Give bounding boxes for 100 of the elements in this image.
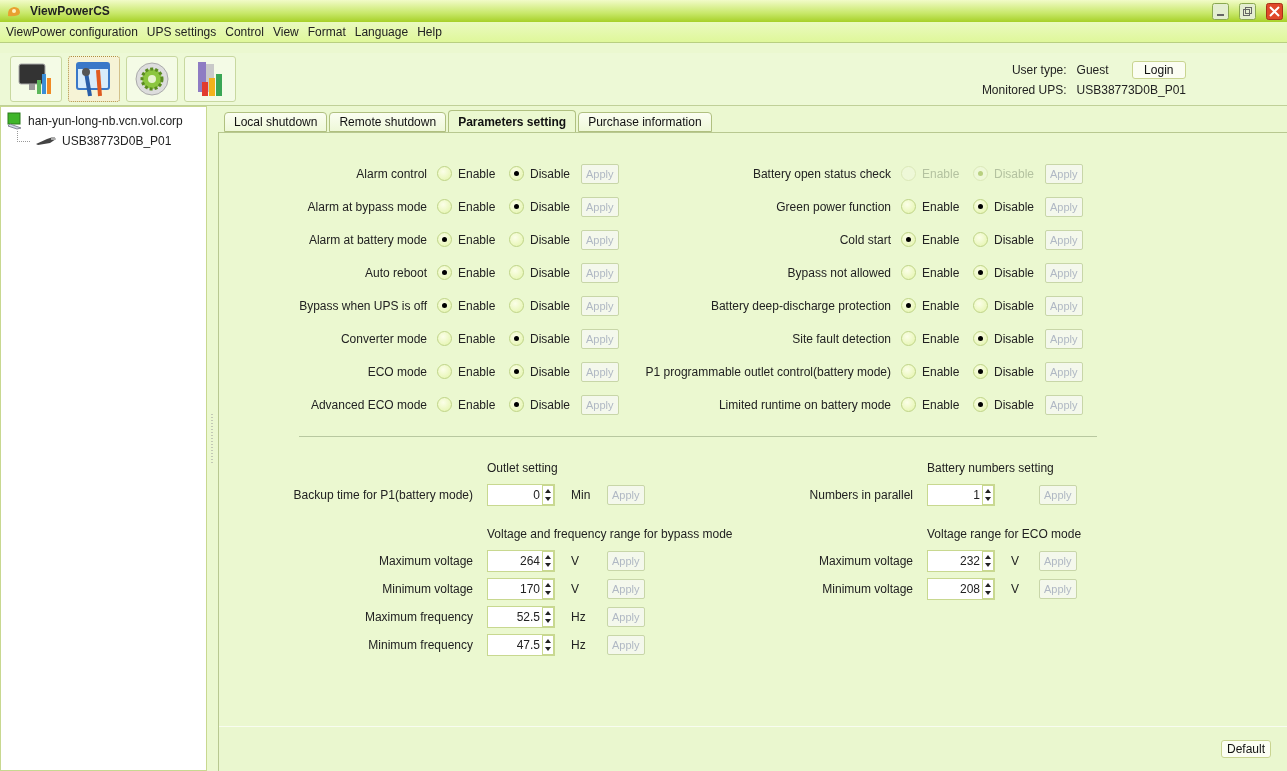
group-title: Outlet setting (487, 461, 559, 477)
radio-button[interactable] (901, 298, 916, 313)
number-spinner[interactable]: 0 (487, 484, 555, 506)
radio-button[interactable] (901, 199, 916, 214)
radio-label: Enable (458, 331, 496, 346)
radio-button[interactable] (973, 265, 988, 280)
radio-label: Enable (922, 397, 960, 412)
menu-item[interactable]: View (272, 25, 299, 39)
radio-button[interactable] (437, 364, 452, 379)
menu-item[interactable]: Format (307, 25, 346, 39)
default-button[interactable]: Default (1220, 740, 1271, 758)
radio-label: Enable (458, 265, 496, 280)
radio-button[interactable] (901, 232, 916, 247)
field-label: Maximum voltage (377, 554, 474, 568)
tab[interactable]: Parameters setting (448, 110, 577, 132)
setting-label: Alarm at bypass mode (306, 199, 428, 214)
setting-label: Converter mode (339, 331, 428, 346)
radio-button[interactable] (973, 232, 988, 247)
radio-label: Disable (530, 364, 571, 379)
menu-item[interactable]: Control (225, 25, 264, 39)
setting-label: Green power function (775, 199, 892, 214)
field-label: Numbers in parallel (808, 488, 914, 502)
radio-button[interactable] (437, 397, 452, 412)
radio-label: Disable (994, 298, 1035, 313)
field-label: Backup time for P1(battery mode) (292, 488, 474, 502)
setting-label: Site fault detection (791, 331, 892, 346)
radio-button[interactable] (437, 265, 452, 280)
minimize-button[interactable] (1212, 2, 1229, 20)
radio-label: Enable (458, 232, 496, 247)
setting-label: Auto reboot (363, 265, 428, 280)
menu-item[interactable]: UPS settings (146, 25, 217, 39)
login-button[interactable]: Login (1131, 61, 1186, 79)
number-spinner[interactable]: 232 (927, 550, 995, 572)
tab[interactable]: Local shutdown (224, 112, 328, 132)
setting-label: Bypass not allowed (786, 265, 892, 280)
radio-button[interactable] (437, 232, 452, 247)
field-label: Minimum frequency (367, 638, 474, 652)
radio-label: Enable (458, 397, 496, 412)
radio-button[interactable] (509, 364, 524, 379)
setting-label: Battery deep-discharge protection (709, 298, 892, 313)
setting-label: Battery open status check (751, 166, 892, 181)
field-label: Minimum voltage (381, 582, 474, 596)
radio-button[interactable] (509, 298, 524, 313)
radio-label: Disable (530, 166, 571, 181)
radio-button[interactable] (509, 397, 524, 412)
maximize-button[interactable] (1239, 2, 1256, 20)
unit-label: Hz (570, 638, 587, 652)
number-spinner[interactable]: 1 (927, 484, 995, 506)
radio-button[interactable] (509, 199, 524, 214)
toolbar-button[interactable] (10, 56, 62, 102)
setting-label: Alarm control (355, 166, 428, 181)
radio-button[interactable] (901, 265, 916, 280)
radio-label: Disable (994, 232, 1035, 247)
number-spinner[interactable]: 170 (487, 578, 555, 600)
close-button[interactable] (1266, 2, 1283, 20)
radio-label: Enable (458, 166, 496, 181)
radio-button[interactable] (437, 298, 452, 313)
tree-item[interactable]: han-yun-long-nb.vcn.vol.corp (28, 114, 183, 128)
tab[interactable]: Purchase information (578, 112, 712, 132)
radio-button[interactable] (509, 265, 524, 280)
radio-button[interactable] (901, 397, 916, 412)
menu-item[interactable]: ViewPower configuration (6, 25, 138, 39)
radio-label: Enable (922, 199, 960, 214)
radio-label: Disable (530, 199, 571, 214)
user-type-value: Guest (1076, 63, 1110, 77)
number-spinner[interactable]: 264 (487, 550, 555, 572)
splitter-grip-icon[interactable] (210, 413, 213, 464)
radio-button[interactable] (509, 166, 524, 181)
tab[interactable]: Remote shutdown (329, 112, 447, 132)
radio-label: Disable (994, 199, 1035, 214)
unit-label: V (570, 554, 580, 568)
tree-item[interactable]: USB38773D0B_P01 (62, 134, 172, 148)
radio-button[interactable] (437, 199, 452, 214)
radio-button[interactable] (509, 232, 524, 247)
radio-button[interactable] (437, 166, 452, 181)
window-title: ViewPowerCS (30, 4, 111, 18)
radio-button[interactable] (437, 331, 452, 346)
field-label: Minimum voltage (821, 582, 914, 596)
radio-button[interactable] (973, 331, 988, 346)
radio-button[interactable] (973, 364, 988, 379)
menu-item[interactable]: Help (417, 25, 442, 39)
group-title: Voltage and frequency range for bypass mode (487, 527, 734, 543)
menu-item[interactable]: Language (354, 25, 409, 39)
radio-button[interactable] (973, 397, 988, 412)
radio-label: Disable (530, 397, 571, 412)
number-spinner[interactable]: 47.5 (487, 634, 555, 656)
radio-button[interactable] (973, 298, 988, 313)
radio-button[interactable] (973, 199, 988, 214)
radio-button[interactable] (901, 364, 916, 379)
radio-button[interactable] (509, 331, 524, 346)
setting-label: Cold start (838, 232, 892, 247)
usb-plug-icon (35, 136, 57, 146)
number-spinner[interactable]: 52.5 (487, 606, 555, 628)
radio-label: Enable (458, 199, 496, 214)
number-spinner[interactable]: 208 (927, 578, 995, 600)
radio-label: Disable (530, 298, 571, 313)
setting-label: P1 programmable outlet control(battery mode) (644, 364, 892, 379)
radio-button[interactable] (901, 331, 916, 346)
computer-icon (7, 112, 23, 130)
toolbar-button[interactable] (68, 56, 120, 102)
